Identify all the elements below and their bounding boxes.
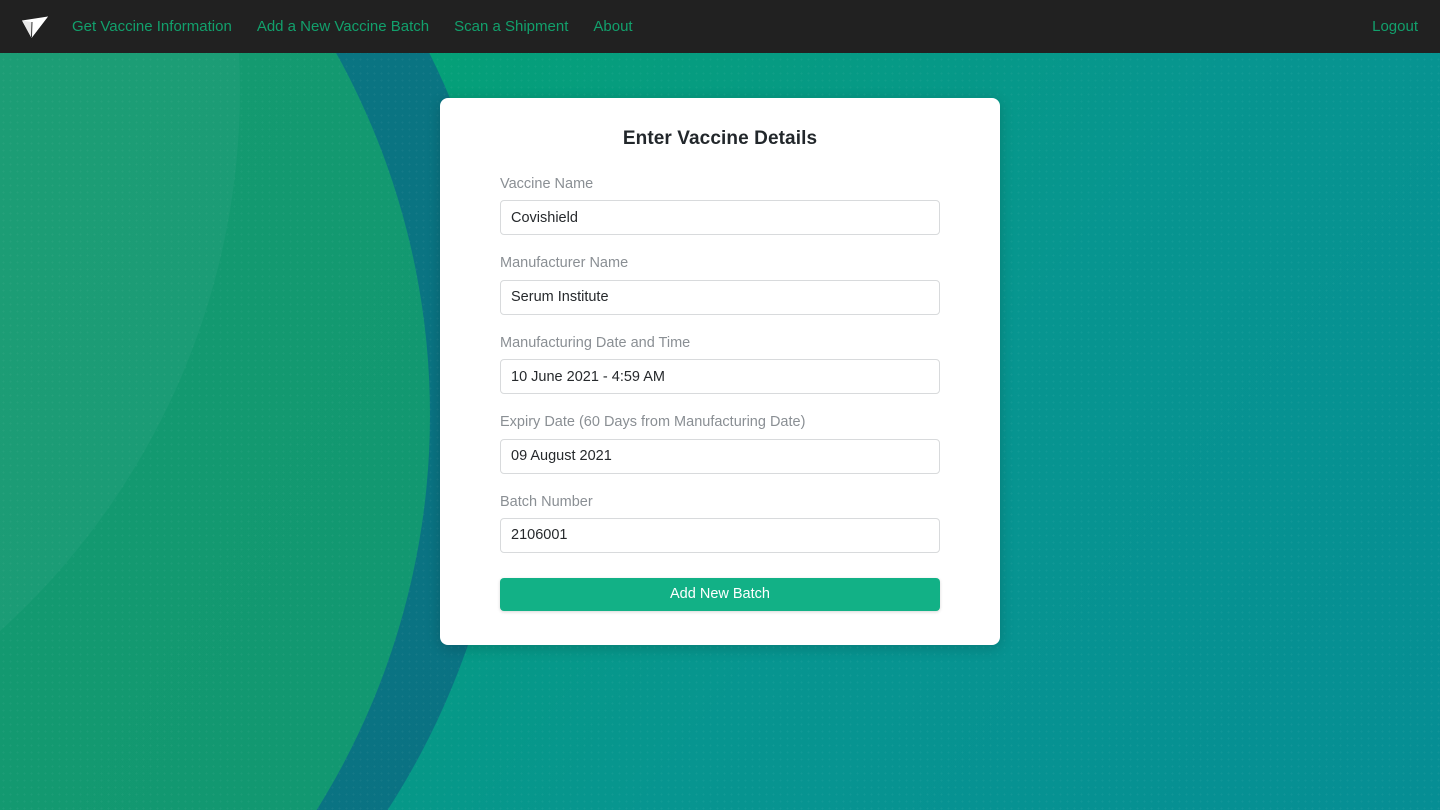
- label-vaccine-name: Vaccine Name: [500, 176, 594, 192]
- nav-link-about[interactable]: About: [593, 19, 632, 34]
- field-manufacturer-name: Manufacturer Name: [500, 255, 940, 315]
- label-manufacturer-name: Manufacturer Name: [500, 255, 629, 272]
- logout-link[interactable]: Logout: [1372, 18, 1418, 35]
- input-vaccine-name[interactable]: [500, 200, 940, 236]
- input-manufacturer-name[interactable]: [500, 279, 940, 315]
- input-expiry-date[interactable]: [500, 438, 940, 474]
- label-batch-number: Batch Number: [500, 493, 593, 510]
- add-new-batch-button[interactable]: Add New Batch: [500, 577, 940, 611]
- field-expiry-date: Expiry Date (60 Days from Manufacturing …: [500, 414, 940, 474]
- card-title: Enter Vaccine Details: [622, 128, 818, 149]
- navbar-links: Get Vaccine Information Add a New Vaccin…: [72, 19, 633, 34]
- vaccine-details-card: Enter Vaccine Details Vaccine Name Manuf…: [440, 98, 1000, 645]
- field-manufacturing-date-and-time: Manufacturing Date and Time: [500, 334, 940, 395]
- nav-link-scan-a-shipment[interactable]: Scan a Shipment: [454, 19, 568, 34]
- input-batch-number[interactable]: [500, 517, 940, 553]
- label-manufacturing-date-and-time: Manufacturing Date and Time: [500, 334, 691, 351]
- field-batch-number: Batch Number: [500, 494, 940, 553]
- field-vaccine-name: Vaccine Name: [500, 176, 940, 236]
- paper-plane-logo-icon: [22, 16, 48, 38]
- nav-link-add-a-new-vaccine-batch[interactable]: Add a New Vaccine Batch: [257, 19, 429, 34]
- navbar: Get Vaccine Information Add a New Vaccin…: [0, 0, 1440, 53]
- label-expiry-date: Expiry Date (60 Days from Manufacturing …: [500, 414, 806, 431]
- nav-link-get-vaccine-information[interactable]: Get Vaccine Information: [72, 19, 232, 34]
- page-root: Get Vaccine Information Add a New Vaccin…: [0, 0, 1440, 810]
- navbar-right: Logout: [1372, 18, 1418, 36]
- input-manufacturing-date-and-time[interactable]: [500, 359, 940, 395]
- card-container: Enter Vaccine Details Vaccine Name Manuf…: [0, 53, 1440, 645]
- brand-logo[interactable]: [14, 10, 56, 44]
